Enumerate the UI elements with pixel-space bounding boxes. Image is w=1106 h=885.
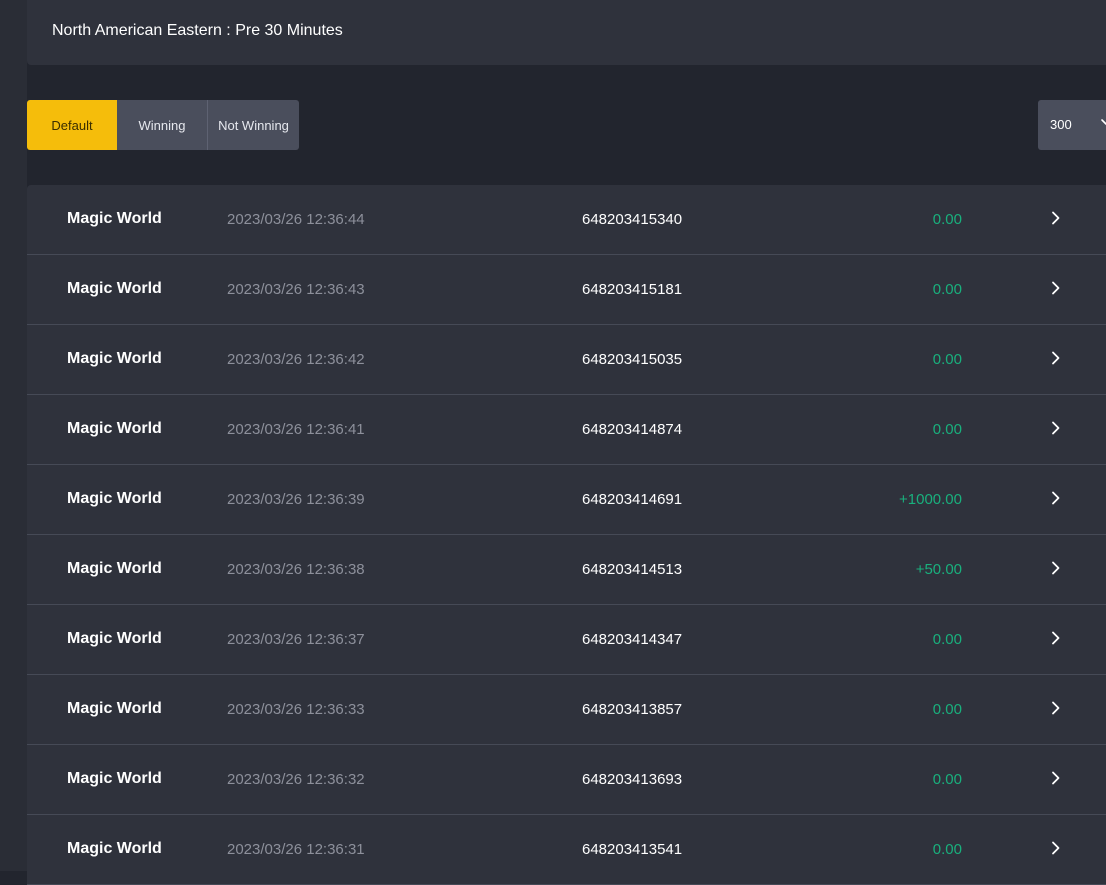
ticket-number: 648203414691: [582, 491, 683, 508]
chevron-right-icon[interactable]: [1051, 841, 1061, 855]
list-item[interactable]: Magic World 2023/03/26 12:36:42 64820341…: [27, 325, 1106, 395]
chevron-right-icon[interactable]: [1051, 351, 1061, 365]
game-name: Magic World: [67, 350, 162, 367]
ticket-number: 648203413541: [582, 841, 683, 858]
chevron-right-icon[interactable]: [1051, 561, 1061, 575]
chevron-right-icon[interactable]: [1051, 281, 1061, 295]
win-amount: +50.00: [915, 561, 962, 578]
game-name: Magic World: [67, 700, 162, 717]
list-item[interactable]: Magic World 2023/03/26 12:36:38 64820341…: [27, 535, 1106, 605]
page-size-value: 300: [1050, 117, 1072, 132]
ticket-number: 648203415340: [582, 211, 683, 228]
bet-time: 2023/03/26 12:36:41: [227, 421, 365, 438]
chevron-right-icon[interactable]: [1051, 631, 1061, 645]
ticket-number: 648203415181: [582, 281, 683, 298]
ticket-number: 648203414874: [582, 421, 683, 438]
list-item[interactable]: Magic World 2023/03/26 12:36:32 64820341…: [27, 745, 1106, 815]
win-amount: 0.00: [932, 351, 962, 368]
list-item[interactable]: Magic World 2023/03/26 12:36:44 64820341…: [27, 185, 1106, 255]
game-name: Magic World: [67, 420, 162, 437]
win-amount: 0.00: [932, 211, 962, 228]
game-name: Magic World: [67, 210, 162, 227]
ticket-number: 648203415035: [582, 351, 683, 368]
bet-time: 2023/03/26 12:36:37: [227, 631, 365, 648]
page-size-select[interactable]: 300: [1038, 100, 1106, 150]
bet-time: 2023/03/26 12:36:44: [227, 211, 365, 228]
chevron-right-icon[interactable]: [1051, 771, 1061, 785]
bet-history-list: Magic World 2023/03/26 12:36:44 64820341…: [27, 185, 1106, 885]
filter-tabs: Default Winning Not Winning: [27, 100, 299, 150]
list-item[interactable]: Magic World 2023/03/26 12:36:33 64820341…: [27, 675, 1106, 745]
chevron-right-icon[interactable]: [1051, 421, 1061, 435]
header-bar: North American Eastern : Pre 30 Minutes: [27, 0, 1106, 65]
filter-winning-button[interactable]: Winning: [117, 100, 208, 150]
chevron-right-icon[interactable]: [1051, 701, 1061, 715]
bet-time: 2023/03/26 12:36:42: [227, 351, 365, 368]
win-amount: 0.00: [932, 631, 962, 648]
game-name: Magic World: [67, 490, 162, 507]
ticket-number: 648203414513: [582, 561, 683, 578]
bet-time: 2023/03/26 12:36:32: [227, 771, 365, 788]
list-item[interactable]: Magic World 2023/03/26 12:36:43 64820341…: [27, 255, 1106, 325]
bet-time: 2023/03/26 12:36:38: [227, 561, 365, 578]
game-name: Magic World: [67, 630, 162, 647]
chevron-right-icon[interactable]: [1051, 211, 1061, 225]
list-item[interactable]: Magic World 2023/03/26 12:36:39 64820341…: [27, 465, 1106, 535]
left-sidebar-rail: [0, 0, 27, 871]
win-amount: 0.00: [932, 771, 962, 788]
win-amount: +1000.00: [899, 491, 962, 508]
win-amount: 0.00: [932, 421, 962, 438]
ticket-number: 648203413857: [582, 701, 683, 718]
bet-time: 2023/03/26 12:36:43: [227, 281, 365, 298]
chevron-down-icon: [1101, 119, 1106, 125]
bet-time: 2023/03/26 12:36:33: [227, 701, 365, 718]
page-title: North American Eastern : Pre 30 Minutes: [52, 22, 343, 39]
list-item[interactable]: Magic World 2023/03/26 12:36:41 64820341…: [27, 395, 1106, 465]
bet-time: 2023/03/26 12:36:39: [227, 491, 365, 508]
list-item[interactable]: Magic World 2023/03/26 12:36:31 64820341…: [27, 815, 1106, 885]
ticket-number: 648203413693: [582, 771, 683, 788]
game-name: Magic World: [67, 770, 162, 787]
win-amount: 0.00: [932, 281, 962, 298]
game-name: Magic World: [67, 280, 162, 297]
game-name: Magic World: [67, 840, 162, 857]
win-amount: 0.00: [932, 701, 962, 718]
win-amount: 0.00: [932, 841, 962, 858]
bet-time: 2023/03/26 12:36:31: [227, 841, 365, 858]
chevron-right-icon[interactable]: [1051, 491, 1061, 505]
game-name: Magic World: [67, 560, 162, 577]
ticket-number: 648203414347: [582, 631, 683, 648]
list-item[interactable]: Magic World 2023/03/26 12:36:37 64820341…: [27, 605, 1106, 675]
filter-not-winning-button[interactable]: Not Winning: [208, 100, 299, 150]
filter-default-button[interactable]: Default: [27, 100, 117, 150]
